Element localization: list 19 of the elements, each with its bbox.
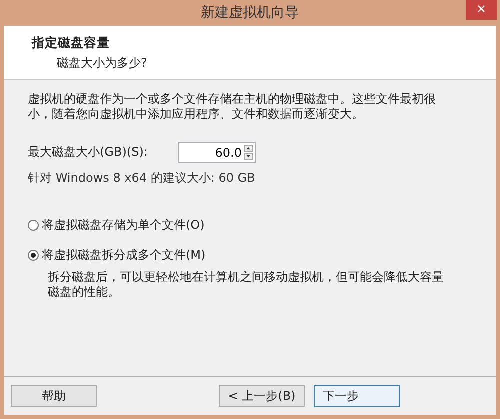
next-button[interactable]: 下一步 [314,385,400,407]
page-subtitle: 磁盘大小为多少? [56,55,148,72]
radio-option[interactable]: 将虚拟磁盘拆分成多个文件(M) [28,247,472,264]
help-button[interactable]: 帮助 [11,385,97,407]
disk-size-field[interactable]: 60.0 [179,146,244,160]
radio-icon[interactable] [28,250,39,261]
close-button[interactable]: × [466,0,497,20]
description-text: 虚拟机的硬盘作为一个或多个文件存储在主机的物理磁盘中。这些文件最初很小，随着您向虚拟机中添加应用程序、文件和数据而逐渐变大。 [28,92,437,122]
radio-icon[interactable] [28,220,39,231]
up-arrow-icon[interactable] [244,145,253,152]
window-title: 新建虚拟机向导 [201,4,299,22]
disk-size-label: 最大磁盘大小(GB)(S): [28,144,149,161]
back-button[interactable]: < 上一步(B) [219,385,305,407]
page-title: 指定磁盘容量 [32,35,111,52]
radio-option[interactable]: 将虚拟磁盘存储为单个文件(O) [28,217,472,234]
down-arrow-icon[interactable] [244,153,253,160]
recommendation-text: 针对 Windows 8 x64 的建议大小: 60 GB [28,170,256,187]
option-note: 拆分磁盘后，可以更轻松地在计算机之间移动虚拟机，但可能会降低大容量磁盘的性能。 [47,270,445,300]
disk-size-spinbox[interactable]: 60.0 [178,142,256,163]
